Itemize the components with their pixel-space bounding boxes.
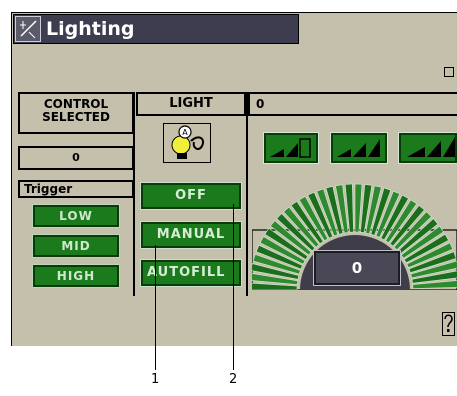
control-selected-header: CONTROL SELECTED bbox=[18, 92, 134, 134]
callout-line-1 bbox=[155, 245, 156, 370]
panel-divider-left bbox=[133, 92, 135, 296]
trigger-header: Trigger bbox=[18, 180, 134, 198]
level-high-icon[interactable] bbox=[398, 132, 457, 164]
level-low-icon[interactable] bbox=[263, 132, 319, 164]
control-selected-label: CONTROL SELECTED bbox=[42, 97, 110, 124]
light-label: LIGHT bbox=[169, 96, 213, 111]
trigger-low-label: LOW bbox=[59, 209, 93, 223]
light-off-label: OFF bbox=[175, 188, 207, 203]
trigger-high-button[interactable]: HIGH bbox=[32, 264, 120, 288]
panel-divider-right bbox=[246, 92, 248, 296]
dial-header-value: 0 bbox=[256, 97, 265, 111]
light-manual-button[interactable]: MANUAL bbox=[140, 221, 242, 249]
light-manual-label: MANUAL bbox=[156, 227, 226, 242]
light-header: LIGHT bbox=[136, 92, 246, 116]
dial-value: 0 bbox=[351, 259, 363, 277]
callout-number-1: 1 bbox=[151, 372, 160, 387]
dial-value-display: 0 bbox=[313, 250, 401, 286]
svg-text:A: A bbox=[182, 128, 188, 137]
control-value: 0 bbox=[72, 151, 80, 164]
callout-number-2: 2 bbox=[229, 372, 238, 387]
level-mid-icon[interactable] bbox=[330, 132, 388, 164]
help-icon[interactable] bbox=[442, 312, 455, 336]
dial-header: 0 bbox=[248, 92, 457, 116]
callout-line-2 bbox=[233, 204, 234, 370]
control-value-box: 0 bbox=[18, 146, 134, 170]
window-toggle-button[interactable] bbox=[444, 67, 454, 77]
lighting-app-icon bbox=[15, 16, 41, 42]
window-title: Lighting bbox=[46, 18, 135, 40]
light-off-button[interactable]: OFF bbox=[140, 182, 242, 210]
light-autofill-button[interactable]: AUTOFILL bbox=[140, 259, 242, 287]
light-autofill-label: AUTOFILL bbox=[147, 265, 226, 280]
trigger-mid-button[interactable]: MID bbox=[32, 234, 120, 258]
trigger-label: Trigger bbox=[24, 182, 73, 196]
trigger-high-label: HIGH bbox=[56, 269, 96, 283]
trigger-low-button[interactable]: LOW bbox=[32, 204, 120, 228]
light-bulb-icon: A bbox=[163, 123, 211, 163]
trigger-mid-label: MID bbox=[61, 239, 91, 253]
